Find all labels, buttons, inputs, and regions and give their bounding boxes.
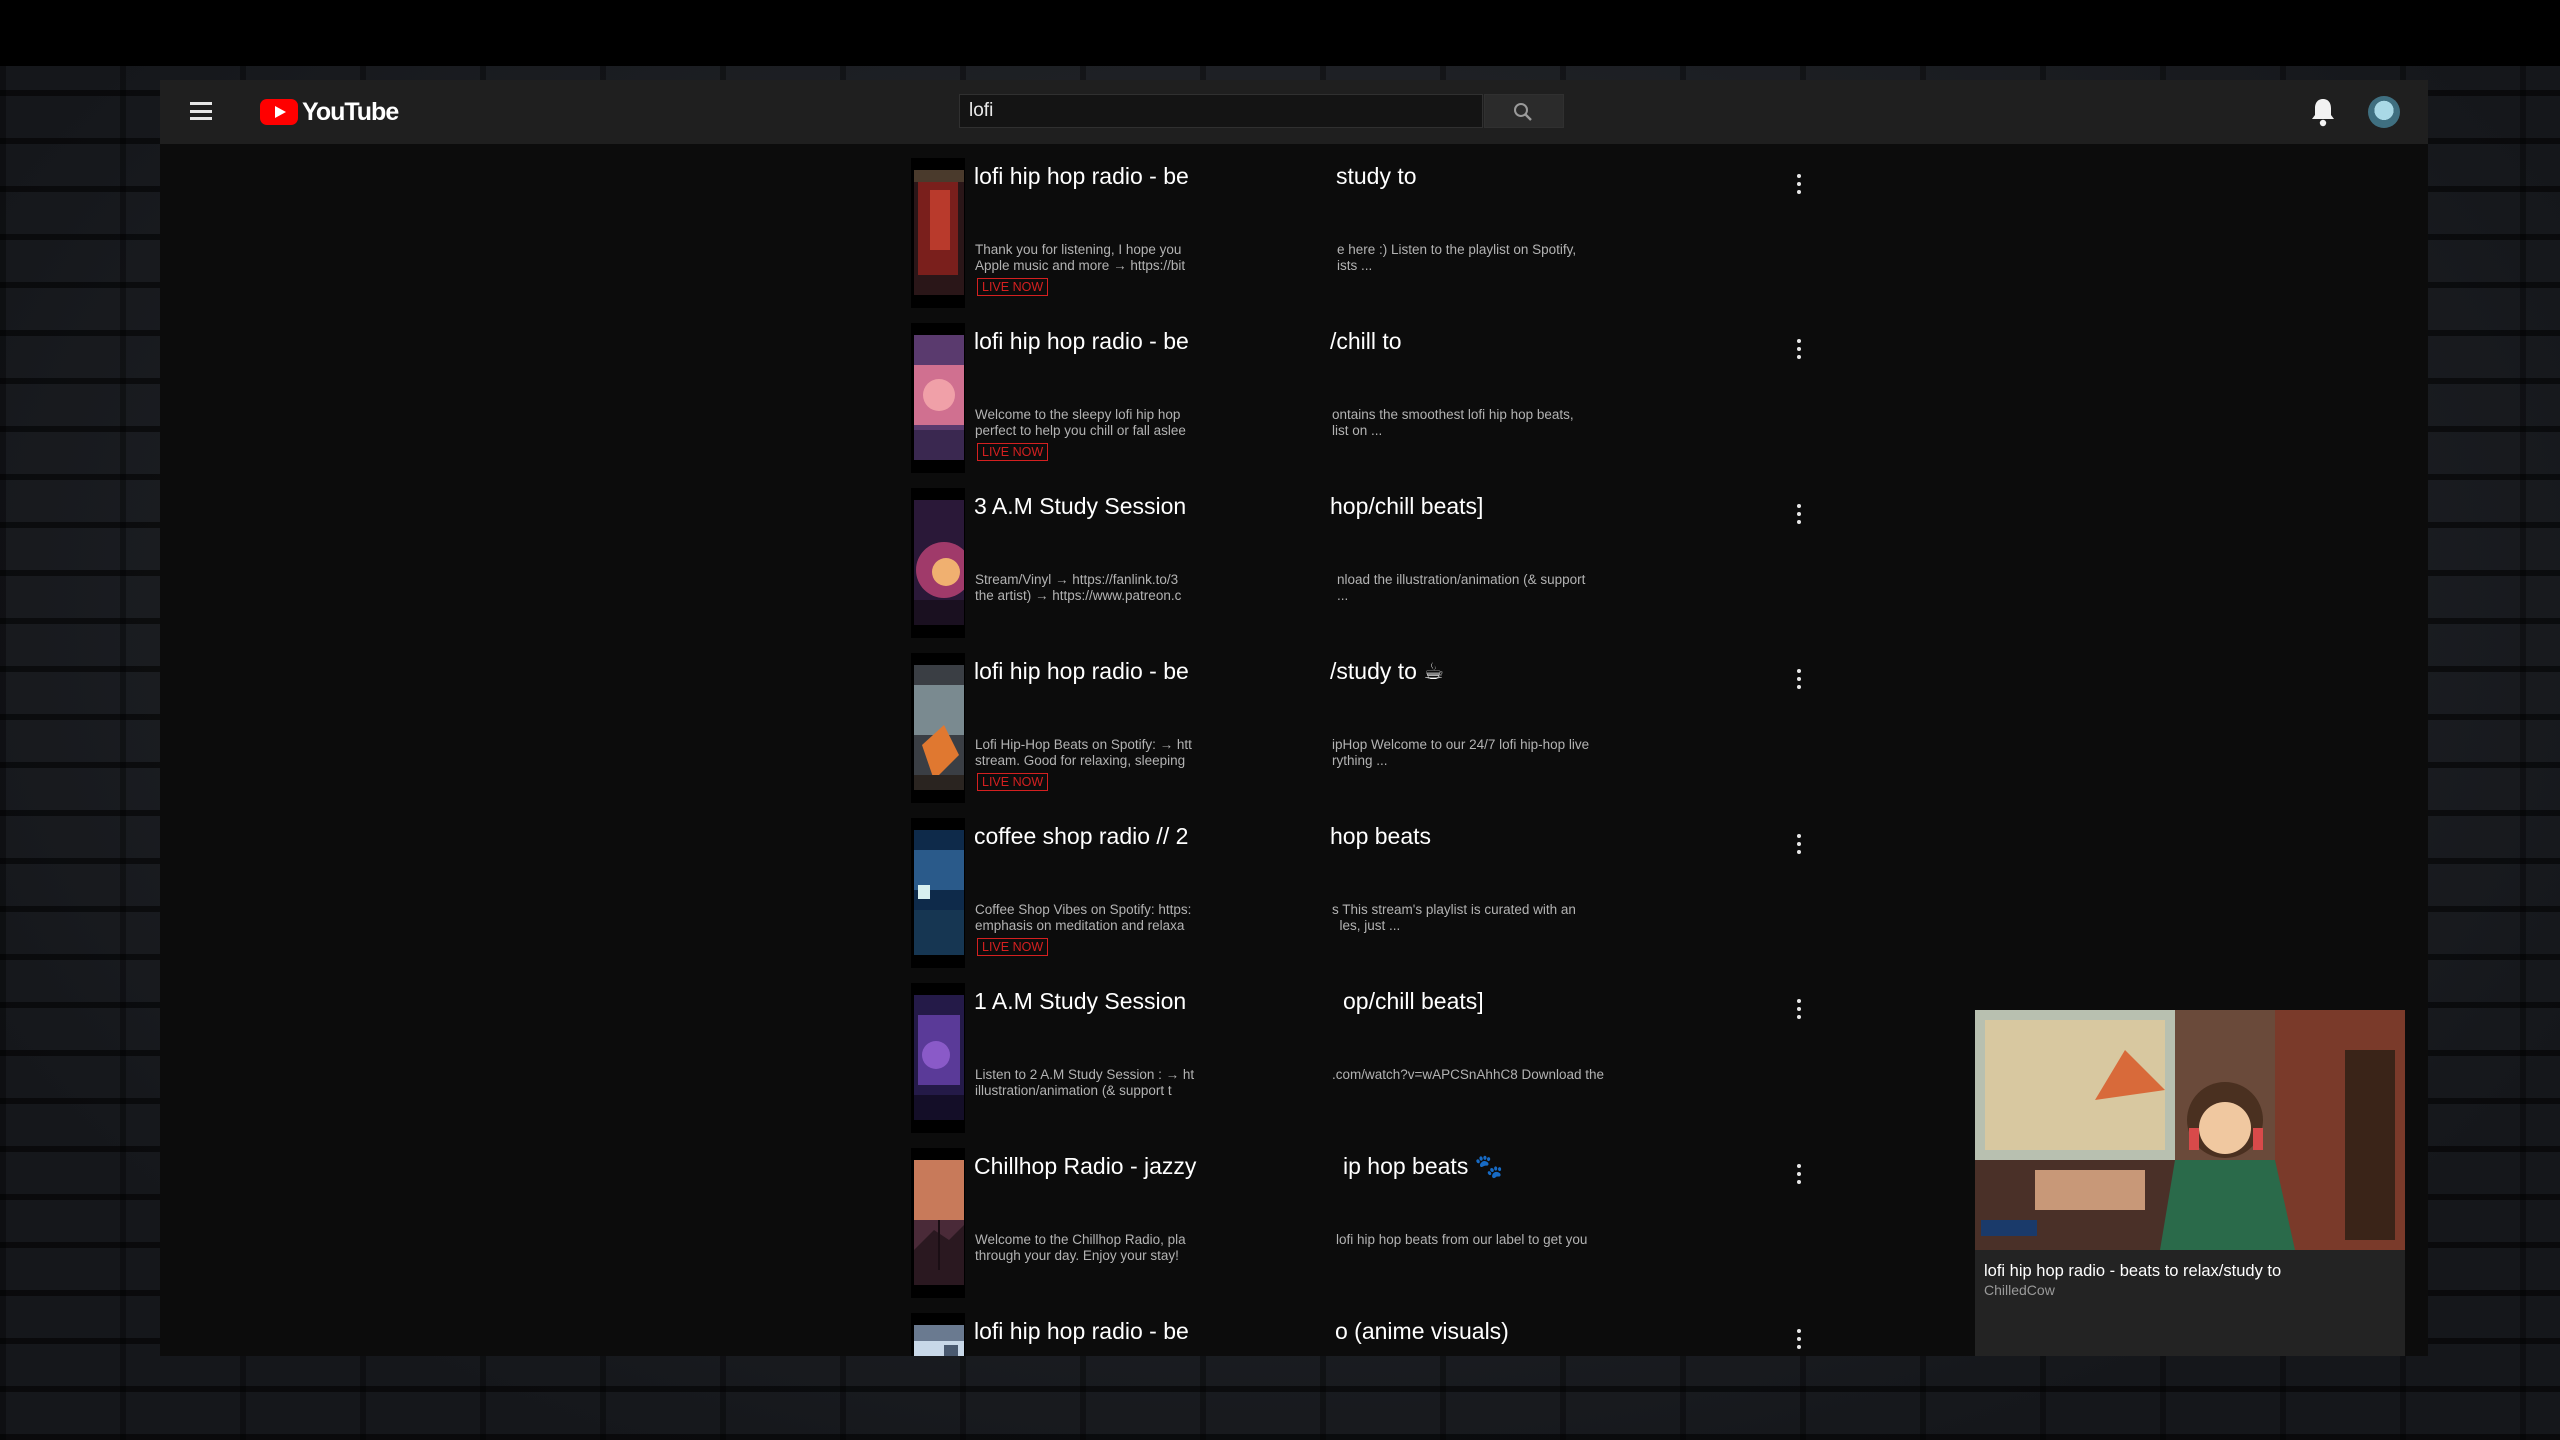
video-title-start[interactable]: lofi hip hop radio - be xyxy=(974,1318,1214,1345)
more-options-icon[interactable] xyxy=(1788,1164,1810,1192)
video-title-start[interactable]: 3 A.M Study Session xyxy=(974,493,1214,520)
video-thumbnail[interactable] xyxy=(911,983,965,1133)
masthead: YouTube xyxy=(160,80,2428,144)
video-description-end: nload the illustration/animation (& supp… xyxy=(1337,572,1586,603)
youtube-logo[interactable]: YouTube xyxy=(260,97,399,126)
avatar[interactable] xyxy=(2368,96,2400,128)
video-result[interactable]: 3 A.M Study Session hop/chill beats] Str… xyxy=(911,488,1911,638)
video-result[interactable]: 1 A.M Study Session op/chill beats] List… xyxy=(911,983,1911,1133)
thumbnail-art xyxy=(914,995,964,1120)
miniplayer[interactable]: lofi hip hop radio - beats to relax/stud… xyxy=(1975,1010,2405,1356)
video-result[interactable]: lofi hip hop radio - be study to Thank y… xyxy=(911,158,1911,308)
video-title-end[interactable]: op/chill beats] xyxy=(1343,988,1484,1015)
thumbnail-art xyxy=(914,665,964,790)
more-options-icon[interactable] xyxy=(1788,834,1810,862)
video-description-end: s This stream's playlist is curated with… xyxy=(1332,902,1576,933)
video-title-start[interactable]: lofi hip hop radio - be xyxy=(974,328,1214,355)
more-options-icon[interactable] xyxy=(1788,669,1810,697)
video-thumbnail[interactable] xyxy=(911,818,965,968)
play-logo-icon xyxy=(260,99,298,125)
video-description-end: ipHop Welcome to our 24/7 lofi hip-hop l… xyxy=(1332,737,1590,768)
miniplayer-channel[interactable]: ChilledCow xyxy=(1984,1282,2055,1298)
video-description-end: lofi hip hop beats from our label to get… xyxy=(1336,1232,1588,1247)
video-thumbnail[interactable] xyxy=(911,1313,965,1356)
video-title-start[interactable]: 1 A.M Study Session xyxy=(974,988,1214,1015)
video-description-start: Welcome to the Chillhop Radio, pla throu… xyxy=(975,1232,1186,1263)
video-title-end[interactable]: /chill to xyxy=(1330,328,1402,355)
video-description-start: Welcome to the sleepy lofi hip hop perfe… xyxy=(975,407,1186,438)
thumbnail-art xyxy=(914,500,964,625)
video-thumbnail[interactable] xyxy=(911,1148,965,1298)
search-box[interactable] xyxy=(959,94,1483,128)
video-thumbnail[interactable] xyxy=(911,158,965,308)
video-description-start: Coffee Shop Vibes on Spotify: https: emp… xyxy=(975,902,1192,933)
live-now-badge: LIVE NOW xyxy=(977,278,1049,296)
video-title-end[interactable]: o (anime visuals) xyxy=(1335,1318,1509,1345)
more-options-icon[interactable] xyxy=(1788,339,1810,367)
youtube-window: YouTube lofi lofi hip hop radio - be stu… xyxy=(160,80,2428,1356)
video-description-end: ontains the smoothest lofi hip hop beats… xyxy=(1332,407,1574,438)
video-result[interactable]: lofi hip hop radio - be /chill to Welcom… xyxy=(911,323,1911,473)
live-now-badge: LIVE NOW xyxy=(977,773,1049,791)
video-thumbnail[interactable] xyxy=(911,323,965,473)
video-title-start[interactable]: lofi hip hop radio - be xyxy=(974,658,1214,685)
video-description-end: .com/watch?v=wAPCSnAhhC8 Download the xyxy=(1332,1067,1605,1082)
video-title-end[interactable]: hop/chill beats] xyxy=(1330,493,1483,520)
video-result[interactable]: lofi hip hop radio - be /study to ☕︎ Lof… xyxy=(911,653,1911,803)
video-thumbnail[interactable] xyxy=(911,653,965,803)
live-now-badge: LIVE NOW xyxy=(977,443,1049,461)
more-options-icon[interactable] xyxy=(1788,999,1810,1027)
search-icon xyxy=(1514,103,1532,121)
search-button[interactable] xyxy=(1484,94,1564,128)
video-title-end[interactable]: hop beats xyxy=(1330,823,1431,850)
live-now-badge: LIVE NOW xyxy=(977,938,1049,956)
miniplayer-title[interactable]: lofi hip hop radio - beats to relax/stud… xyxy=(1984,1262,2281,1281)
video-title-start[interactable]: Chillhop Radio - jazzy xyxy=(974,1153,1214,1180)
video-description-end: e here :) Listen to the playlist on Spot… xyxy=(1337,242,1577,273)
video-title-end[interactable]: ip hop beats 🐾 xyxy=(1343,1153,1503,1180)
video-description-start: Stream/Vinyl → https://fanlink.to/3 the … xyxy=(975,572,1182,603)
screen-top-band xyxy=(0,0,2560,66)
more-options-icon[interactable] xyxy=(1788,1329,1810,1356)
thumbnail-art xyxy=(914,830,964,955)
video-title-end[interactable]: study to xyxy=(1336,163,1417,190)
hamburger-menu-icon[interactable] xyxy=(190,102,212,120)
thumbnail-art xyxy=(914,335,964,460)
video-description-start: Lofi Hip-Hop Beats on Spotify: → htt str… xyxy=(975,737,1192,768)
video-description-start: Thank you for listening, I hope you Appl… xyxy=(975,242,1186,273)
video-title-start[interactable]: lofi hip hop radio - be xyxy=(974,163,1214,190)
bell-icon[interactable] xyxy=(2309,96,2337,128)
more-options-icon[interactable] xyxy=(1788,174,1810,202)
video-result[interactable]: Chillhop Radio - jazzy ip hop beats 🐾 We… xyxy=(911,1148,1911,1298)
video-result[interactable]: coffee shop radio // 2 hop beats Coffee … xyxy=(911,818,1911,968)
miniplayer-video[interactable] xyxy=(1975,1010,2405,1250)
thumbnail-art xyxy=(914,1160,964,1285)
lofi-girl-illustration xyxy=(1975,1010,2405,1250)
video-thumbnail[interactable] xyxy=(911,488,965,638)
thumbnail-art xyxy=(914,1325,964,1356)
video-description-start: Listen to 2 A.M Study Session : → ht ill… xyxy=(975,1067,1195,1098)
video-title-end[interactable]: /study to ☕︎ xyxy=(1330,658,1444,685)
video-result[interactable]: lofi hip hop radio - be o (anime visuals… xyxy=(911,1313,1911,1356)
video-title-start[interactable]: coffee shop radio // 2 xyxy=(974,823,1214,850)
logo-text: YouTube xyxy=(302,97,399,126)
more-options-icon[interactable] xyxy=(1788,504,1810,532)
search-input[interactable] xyxy=(960,95,1482,127)
thumbnail-art xyxy=(914,170,964,295)
